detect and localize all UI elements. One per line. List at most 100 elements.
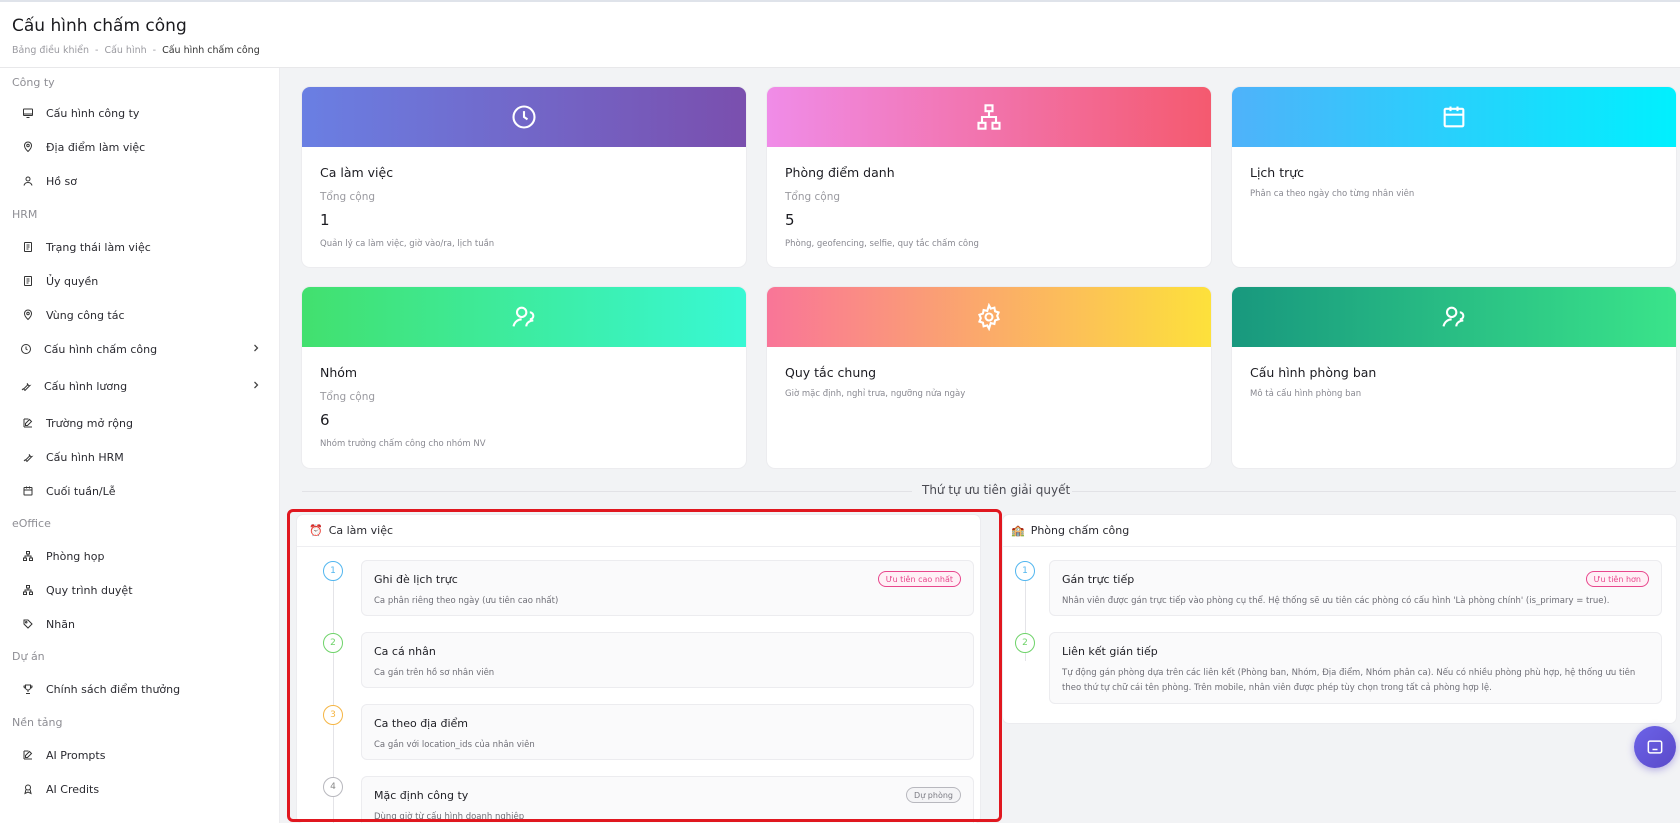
chevron-right-icon	[254, 344, 259, 352]
sidebar-item-company-config[interactable]: Cấu hình công ty	[22, 99, 272, 127]
wrench-icon	[22, 450, 40, 464]
sidebar-item-extended-fields[interactable]: Trường mở rộng	[22, 409, 272, 437]
sidebar: Công ty Cấu hình công ty Địa điểm làm vi…	[0, 68, 280, 823]
sidebar-section-project: Dự án	[12, 650, 45, 663]
gear-icon	[978, 303, 1000, 331]
breadcrumb-dashboard[interactable]: Bảng điều khiển	[12, 45, 89, 56]
card-general-rules[interactable]: Quy tắc chung Giờ mặc định, nghỉ trưa, n…	[767, 287, 1211, 468]
card-description: Nhóm trưởng chấm công cho nhóm NV	[320, 439, 486, 449]
document-icon	[22, 240, 40, 254]
sidebar-section-eoffice: eOffice	[12, 517, 51, 530]
calendar-icon	[22, 484, 40, 498]
step-title: Ca cá nhân	[374, 645, 436, 658]
step-title: Gán trực tiếp	[1062, 573, 1135, 586]
robot-icon	[1647, 740, 1663, 754]
monitor-icon	[22, 106, 40, 120]
card-band	[1232, 87, 1676, 147]
document-icon	[22, 274, 40, 288]
card-work-shift[interactable]: Ca làm việc Tổng cộng 1 Quản lý ca làm v…	[302, 87, 746, 267]
panel-header: 🏫 Phòng chấm công	[1003, 515, 1676, 547]
card-subtitle: Tổng cộng	[320, 191, 376, 203]
card-department-config[interactable]: Cấu hình phòng ban Mô tả cấu hình phòng …	[1232, 287, 1676, 468]
trophy-icon	[22, 682, 40, 696]
step-description: Tự động gán phòng dựa trên các liên kết …	[1062, 668, 1636, 693]
panel-shift-priority: ⏰ Ca làm việc 1 Ghi đè lịch trực Ca phân…	[297, 515, 980, 823]
step-title: Ca theo địa điểm	[374, 717, 468, 730]
card-description: Mô tả cấu hình phòng ban	[1250, 389, 1362, 399]
tag-icon	[22, 617, 40, 631]
sidebar-item-label: Cuối tuần/Lễ	[46, 484, 116, 498]
sidebar-item-label: Cấu hình công ty	[46, 106, 140, 120]
sidebar-item-attendance-config[interactable]: Cấu hình chấm công	[20, 335, 270, 363]
sidebar-item-label: Ủy quyền	[46, 274, 99, 288]
sidebar-item-label: AI Credits	[46, 782, 100, 796]
edit-icon	[22, 416, 40, 430]
divider-line	[302, 491, 912, 492]
sidebar-item-label: Phòng họp	[46, 549, 105, 563]
step-title: Mặc định công ty	[374, 789, 469, 802]
card-description: Quản lý ca làm việc, giờ vào/ra, lịch tu…	[320, 239, 495, 249]
step-number: 3	[323, 705, 343, 725]
card-duty-schedule[interactable]: Lịch trực Phân ca theo ngày cho từng nhâ…	[1232, 87, 1676, 267]
sidebar-item-label: Nhãn	[46, 617, 75, 631]
assistant-button[interactable]	[1634, 726, 1676, 768]
sidebar-item-labels[interactable]: Nhãn	[22, 610, 272, 638]
sidebar-item-label: Quy trình duyệt	[46, 583, 133, 597]
sidebar-item-label: Chính sách điểm thưởng	[46, 682, 181, 696]
step-title: Liên kết gián tiếp	[1062, 645, 1158, 658]
network-icon	[22, 583, 40, 597]
sidebar-item-meeting-room[interactable]: Phòng họp	[22, 542, 272, 570]
location-pin-icon	[22, 308, 40, 322]
sidebar-item-approval-flow[interactable]: Quy trình duyệt	[22, 576, 272, 604]
card-title: Lịch trực	[1250, 165, 1305, 180]
card-title: Cấu hình phòng ban	[1250, 365, 1377, 380]
sidebar-item-work-status[interactable]: Trạng thái làm việc	[22, 233, 272, 261]
step-personal-shift: Ca cá nhân Ca gán trên hồ sơ nhân viên	[361, 632, 974, 688]
step-override-duty: Ghi đè lịch trực Ca phân riêng theo ngày…	[361, 560, 974, 616]
sidebar-item-work-location[interactable]: Địa điểm làm việc	[22, 133, 272, 161]
sidebar-item-label: Địa điểm làm việc	[46, 140, 146, 154]
breadcrumb: Bảng điều khiển - Cấu hình - Cấu hình chấm c…	[12, 45, 260, 56]
sidebar-item-delegation[interactable]: Ủy quyền	[22, 267, 272, 295]
sidebar-item-ai-credits[interactable]: AI Credits	[22, 775, 272, 803]
sidebar-item-label: Trạng thái làm việc	[46, 240, 151, 254]
breadcrumb-current: Cấu hình chấm công	[162, 45, 260, 56]
card-subtitle: Tổng cộng	[785, 191, 841, 203]
step-description: Dùng giờ từ cấu hình doanh nghiệp	[374, 812, 525, 822]
fallback-badge: Dự phòng	[906, 787, 961, 803]
step-description: Ca gán trên hồ sơ nhân viên	[374, 668, 495, 678]
panel-header: ⏰ Ca làm việc	[297, 515, 980, 547]
sidebar-item-label: Hồ sơ	[46, 174, 77, 188]
sidebar-item-profile[interactable]: Hồ sơ	[22, 167, 272, 195]
sidebar-item-work-zone[interactable]: Vùng công tác	[22, 301, 272, 329]
panel-heading: Phòng chấm công	[1030, 524, 1130, 537]
divider-line	[1072, 491, 1676, 492]
card-description: Phòng, geofencing, selfie, quy tắc chấm …	[785, 239, 979, 249]
sidebar-item-hrm-config[interactable]: Cấu hình HRM	[22, 443, 272, 471]
sidebar-item-ai-prompts[interactable]: AI Prompts	[22, 741, 272, 769]
alarm-clock-icon: ⏰	[309, 524, 323, 537]
step-number: 2	[323, 633, 343, 653]
step-direct-assign: Gán trực tiếp Nhân viên được gán trực ti…	[1049, 560, 1662, 616]
sidebar-item-reward-policy[interactable]: Chính sách điểm thưởng	[22, 675, 272, 703]
edit-icon	[22, 748, 40, 762]
sidebar-item-weekend-holiday[interactable]: Cuối tuần/Lễ	[22, 477, 272, 505]
sidebar-item-salary-config[interactable]: Cấu hình lương	[20, 372, 270, 400]
card-attendance-room[interactable]: Phòng điểm danh Tổng cộng 5 Phòng, geofe…	[767, 87, 1211, 267]
card-title: Quy tắc chung	[785, 365, 877, 380]
sidebar-item-label: Cấu hình lương	[44, 379, 128, 393]
card-band	[767, 287, 1211, 347]
card-title: Ca làm việc	[320, 165, 394, 180]
school-icon: 🏫	[1011, 524, 1025, 537]
card-title: Phòng điểm danh	[785, 165, 895, 180]
card-title: Nhóm	[320, 365, 358, 380]
breadcrumb-config[interactable]: Cấu hình	[104, 45, 146, 56]
users-icon	[512, 306, 535, 327]
card-band	[1232, 287, 1676, 347]
panel-heading: Ca làm việc	[328, 524, 394, 537]
priority-badge: Ưu tiên cao nhất	[877, 571, 961, 587]
sidebar-item-label: Cấu hình HRM	[46, 450, 124, 464]
card-count: 1	[320, 211, 330, 229]
card-group[interactable]: Nhóm Tổng cộng 6 Nhóm trưởng chấm công c…	[302, 287, 746, 468]
location-pin-icon	[22, 140, 40, 154]
